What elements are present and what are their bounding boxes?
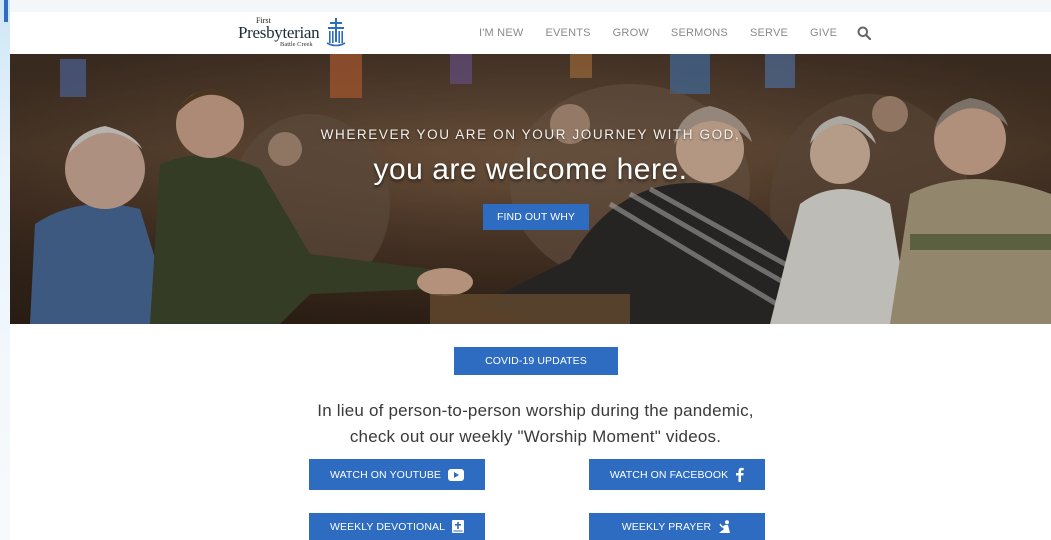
hero-banner: WHEREVER YOU ARE ON YOUR JOURNEY WITH GO…	[10, 54, 1051, 324]
worship-intro-text: In lieu of person-to-person worship duri…	[0, 398, 1051, 450]
browser-top-strip	[0, 0, 1051, 12]
facebook-icon	[735, 467, 744, 482]
hero-overlay	[10, 54, 1051, 324]
watch-facebook-button[interactable]: WATCH ON FACEBOOK	[589, 459, 765, 490]
nav-sermons[interactable]: SERMONS	[671, 27, 728, 39]
presbyterian-seal-icon	[326, 18, 346, 47]
logo-battle-creek: Battle Creek	[280, 41, 313, 48]
watch-youtube-button[interactable]: WATCH ON YOUTUBE	[309, 459, 485, 490]
praying-icon	[718, 519, 732, 534]
site-logo[interactable]: First Presbyterian Battle Creek	[238, 14, 348, 52]
hero-title: you are welcome here.	[373, 153, 688, 186]
nav-serve[interactable]: SERVE	[750, 27, 788, 39]
nav-give[interactable]: GIVE	[810, 27, 837, 39]
site-header: First Presbyterian Battle Creek I'M NEW …	[10, 12, 1051, 54]
nav-events[interactable]: EVENTS	[545, 27, 590, 39]
main-nav: I'M NEW EVENTS GROW SERMONS SERVE GIVE	[479, 12, 872, 54]
covid-updates-button[interactable]: COVID-19 UPDATES	[454, 347, 618, 375]
hero-kicker: WHEREVER YOU ARE ON YOUR JOURNEY WITH GO…	[320, 127, 741, 142]
youtube-icon	[448, 468, 465, 481]
weekly-devotional-label: WEEKLY DEVOTIONAL	[329, 520, 446, 533]
logo-presbyterian: Presbyterian	[238, 23, 320, 42]
find-out-why-button[interactable]: FIND OUT WHY	[483, 204, 589, 230]
worship-intro-line-2: check out our weekly "Worship Moment" vi…	[349, 427, 722, 446]
nav-grow[interactable]: GROW	[613, 27, 649, 39]
weekly-prayer-label: WEEKLY PRAYER	[621, 520, 712, 533]
search-icon[interactable]	[857, 26, 872, 40]
left-accent-strip	[0, 0, 10, 540]
watch-facebook-label: WATCH ON FACEBOOK	[609, 468, 729, 481]
bible-icon	[452, 520, 465, 533]
weekly-devotional-button[interactable]: WEEKLY DEVOTIONAL	[309, 513, 485, 540]
left-accent-bar	[4, 0, 8, 22]
weekly-prayer-button[interactable]: WEEKLY PRAYER	[589, 513, 765, 540]
nav-im-new[interactable]: I'M NEW	[479, 27, 523, 39]
worship-intro-line-1: In lieu of person-to-person worship duri…	[317, 401, 754, 420]
watch-youtube-label: WATCH ON YOUTUBE	[329, 468, 442, 481]
